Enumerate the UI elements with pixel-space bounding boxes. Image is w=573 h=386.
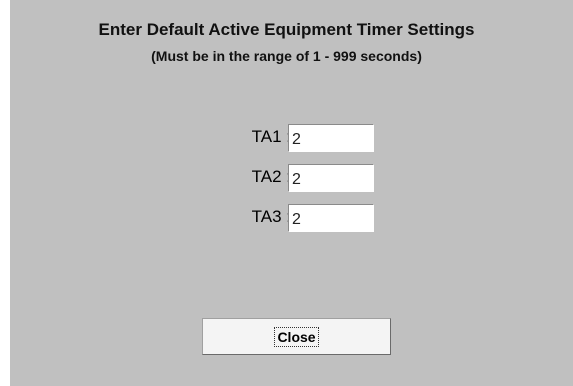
ta2-label: TA2 : (251, 167, 291, 186)
timer-settings-dialog: Enter Default Active Equipment Timer Set… (10, 0, 573, 386)
ta1-row: TA1 : (10, 124, 573, 154)
dialog-title: Enter Default Active Equipment Timer Set… (98, 20, 475, 39)
ta3-row: TA3 : (10, 204, 573, 234)
ta2-row: TA2 : (10, 164, 573, 194)
dialog-subtitle: (Must be in the range of 1 - 999 seconds… (151, 48, 422, 64)
close-button[interactable]: Close (202, 318, 391, 355)
ta3-label: TA3 : (251, 207, 291, 226)
ta2-input[interactable] (288, 164, 374, 192)
close-button-label: Close (274, 326, 319, 347)
ta1-label: TA1 : (251, 127, 291, 146)
ta3-input[interactable] (288, 204, 374, 232)
ta1-input[interactable] (288, 124, 374, 152)
